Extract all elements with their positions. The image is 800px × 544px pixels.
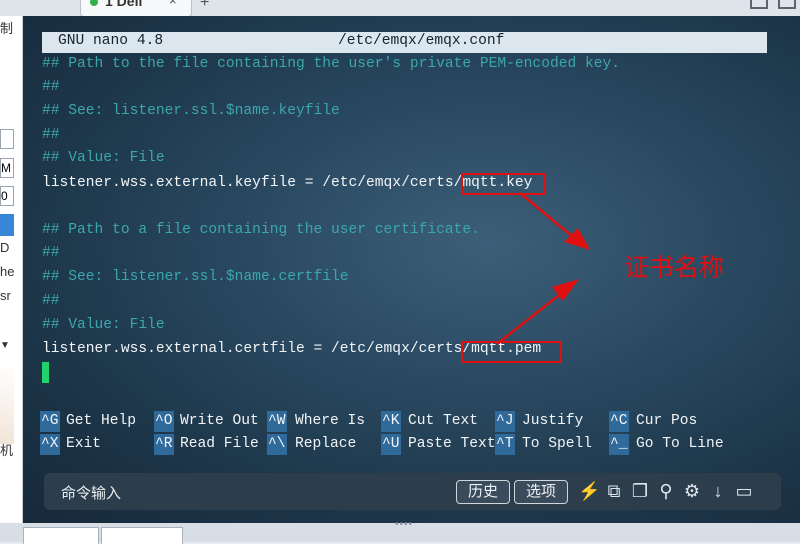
shortcut-key: ^C [609, 411, 629, 432]
bottom-tab[interactable] [23, 527, 99, 544]
shortcut-key: ^J [495, 411, 515, 432]
annotation-label: 证书名称 [624, 253, 725, 282]
arrow-line-pem [496, 287, 569, 345]
left-pane-selected-item[interactable] [0, 214, 14, 236]
left-pane-chart [0, 364, 14, 444]
shortcut-key: ^_ [609, 434, 629, 455]
arrow-line-key [519, 192, 580, 243]
shortcut-label: Get Help [66, 413, 137, 429]
add-tab-icon[interactable]: + [200, 0, 209, 12]
shortcut-label: Paste Text [408, 436, 496, 452]
close-icon[interactable]: × [169, 0, 177, 8]
tab-terminal[interactable]: 1 Dell × [80, 0, 192, 17]
shortcut-label: Cut Text [408, 413, 479, 429]
shortcut-key: ^G [40, 411, 60, 432]
shortcut-key: ^T [495, 434, 515, 455]
shortcut-key: ^O [154, 411, 174, 432]
left-pane-text: 制 [0, 21, 14, 36]
gear-icon[interactable]: ⚙ [682, 479, 702, 503]
window-icon[interactable]: ▭ [734, 479, 754, 503]
left-pane-field[interactable] [0, 129, 14, 149]
layout-icon[interactable] [750, 0, 768, 9]
left-pane-text-5: 机 [0, 443, 14, 458]
shortcut-key: ^U [381, 434, 401, 455]
connection-status-icon [90, 0, 98, 6]
terminal[interactable]: GNU nano 4.8 /etc/emqx/emqx.conf ## Path… [23, 16, 800, 523]
shortcut-label: Go To Line [636, 436, 724, 452]
left-pane: 制 M 0 D he sr ▼ 机 [0, 16, 23, 542]
history-button[interactable]: 历史 [456, 480, 510, 504]
command-bar: 命令输入 历史 选项 ⚡ ⧉ ❐ ⚲ ⚙ ↓ ▭ [44, 473, 781, 510]
shortcut-label: Read File [180, 436, 259, 452]
shortcut-key: ^\ [267, 434, 287, 455]
left-pane-text-4: sr [0, 288, 11, 303]
options-button[interactable]: 选项 [514, 480, 568, 504]
shortcut-key: ^K [381, 411, 401, 432]
shortcut-label: Justify [522, 413, 584, 429]
shortcut-key: ^W [267, 411, 287, 432]
shortcut-key: ^R [154, 434, 174, 455]
shortcut-key: ^X [40, 434, 60, 455]
lightning-icon[interactable]: ⚡ [578, 479, 600, 503]
caret-down-icon[interactable]: ▼ [0, 340, 10, 351]
tab-bar: 1 Dell × + [0, 0, 800, 17]
left-pane-field-3[interactable]: 0 [0, 186, 14, 206]
left-pane-text-2: D [0, 240, 10, 255]
tab-title: 1 Dell [105, 0, 143, 9]
paste-icon[interactable]: ❐ [630, 479, 650, 503]
shortcut-label: Write Out [180, 413, 259, 429]
search-icon[interactable]: ⚲ [656, 479, 676, 503]
left-pane-text-3: he [0, 264, 15, 279]
shortcut-label: To Spell [522, 436, 593, 452]
shortcut-label: Replace [295, 436, 357, 452]
copy-icon[interactable]: ⧉ [604, 479, 624, 503]
left-pane-field-2[interactable]: M [0, 158, 14, 178]
shortcut-label: Exit [66, 436, 102, 452]
command-input[interactable]: 命令输入 [61, 482, 121, 503]
layout-icon-2[interactable] [778, 0, 796, 9]
download-icon[interactable]: ↓ [708, 479, 728, 503]
shortcut-label: Where Is [295, 413, 366, 429]
shortcut-label: Cur Pos [636, 413, 698, 429]
bottom-tab-2[interactable] [101, 527, 183, 544]
resize-grip-icon[interactable]: •••• [395, 519, 413, 530]
